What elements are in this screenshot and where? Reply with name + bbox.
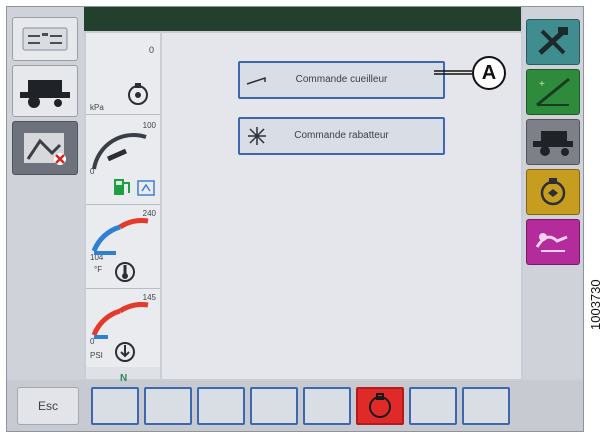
oil-pressure-dial	[91, 302, 149, 339]
softkey-7[interactable]	[409, 387, 457, 425]
def-fluid-icon	[137, 180, 155, 196]
coolant-temp-unit: °F	[94, 265, 103, 274]
header-service-button[interactable]	[12, 121, 78, 175]
coolant-temp-icon	[115, 262, 135, 282]
engine-outline-icon	[369, 393, 391, 418]
callout-a: A	[472, 56, 506, 90]
engine-load-unit: kPa	[90, 103, 104, 112]
tools-button[interactable]	[526, 19, 580, 65]
top-status-bar	[84, 7, 521, 31]
fuel-pump-icon	[114, 179, 130, 195]
engine-icon	[540, 178, 566, 206]
gauge-column: 0 kPa 100 0 240 104 °F 145 0 PSI	[86, 33, 160, 379]
settings-menu-button[interactable]	[12, 17, 78, 61]
softkey-8[interactable]	[462, 387, 510, 425]
combine-settings-icon	[533, 131, 573, 156]
tools-icon	[538, 27, 568, 55]
left-menu	[7, 7, 84, 379]
softkey-3[interactable]	[197, 387, 245, 425]
softkey-6-engine[interactable]	[356, 387, 404, 425]
operator-icon	[535, 233, 568, 252]
engine-button[interactable]	[526, 169, 580, 215]
coolant-dial	[91, 218, 149, 255]
calibration-icon: +	[536, 77, 570, 107]
callout-leader-line	[434, 70, 472, 75]
document-id: 1003730	[588, 279, 603, 330]
softkey-1[interactable]	[91, 387, 139, 425]
fuel-level-gauge: 100 0	[86, 115, 160, 205]
settings-menu-icon	[22, 27, 68, 51]
header-service-icon	[24, 133, 66, 165]
oil-pressure-gauge: 145 0 PSI	[86, 289, 160, 367]
combine-icon	[20, 80, 70, 108]
esc-button[interactable]: Esc	[17, 387, 79, 425]
main-panel: Commande cueilleur Commande rabatteur	[162, 33, 521, 379]
combine-settings-button[interactable]	[526, 119, 580, 165]
reel-control-button[interactable]: Commande rabatteur	[238, 117, 445, 155]
calibration-button[interactable]: +	[526, 69, 580, 115]
engine-load-value: 0	[148, 45, 154, 55]
header-control-button[interactable]: Commande cueilleur	[238, 61, 445, 99]
oil-pressure-icon	[115, 342, 135, 362]
reel-control-icon	[240, 125, 274, 147]
fuel-dial	[92, 133, 147, 170]
coolant-temp-gauge: 240 104 °F	[86, 205, 160, 289]
softkey-4[interactable]	[250, 387, 298, 425]
combine-button[interactable]	[12, 65, 78, 117]
operator-button[interactable]	[526, 219, 580, 265]
svg-text:+: +	[539, 79, 545, 90]
softkey-2[interactable]	[144, 387, 192, 425]
engine-icon	[128, 83, 148, 105]
softkey-bar: Esc	[7, 381, 583, 431]
reel-control-label: Commande rabatteur	[294, 130, 389, 141]
engine-load-gauge: 0 kPa	[86, 33, 160, 115]
softkey-5[interactable]	[303, 387, 351, 425]
header-control-label: Commande cueilleur	[295, 74, 388, 85]
right-menu: +	[523, 7, 583, 379]
header-control-icon	[240, 73, 274, 87]
oil-pressure-unit: PSI	[90, 351, 103, 360]
